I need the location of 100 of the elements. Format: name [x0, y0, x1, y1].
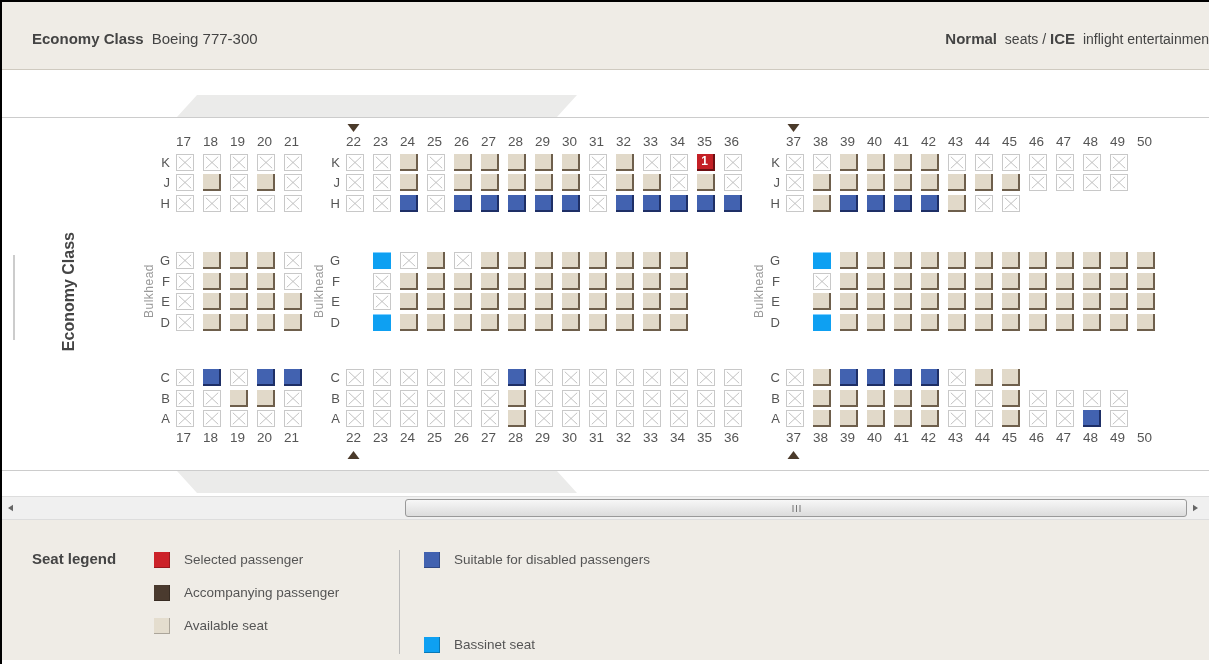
seat[interactable] — [1001, 272, 1020, 290]
seat[interactable] — [893, 174, 912, 192]
seat[interactable] — [1028, 313, 1047, 331]
seat[interactable] — [453, 153, 472, 171]
seat[interactable] — [453, 293, 472, 311]
seat[interactable] — [426, 313, 445, 331]
seat[interactable] — [615, 293, 634, 311]
seat[interactable] — [812, 194, 831, 212]
seat[interactable] — [893, 389, 912, 407]
seat[interactable] — [399, 272, 418, 290]
seat[interactable] — [893, 153, 912, 171]
seat[interactable] — [256, 272, 275, 290]
seat[interactable] — [256, 252, 275, 270]
seat[interactable] — [229, 293, 248, 311]
seat[interactable] — [866, 293, 885, 311]
seat[interactable] — [642, 313, 661, 331]
seat[interactable] — [615, 153, 634, 171]
seat[interactable] — [1109, 272, 1128, 290]
seat[interactable] — [283, 293, 302, 311]
seat[interactable] — [866, 252, 885, 270]
seat[interactable] — [1001, 293, 1020, 311]
seat[interactable] — [1082, 313, 1101, 331]
seat[interactable] — [1055, 272, 1074, 290]
seat[interactable] — [947, 293, 966, 311]
seat[interactable] — [866, 389, 885, 407]
seat[interactable] — [507, 410, 526, 428]
seat[interactable] — [974, 293, 993, 311]
seat[interactable] — [453, 174, 472, 192]
seat[interactable] — [812, 410, 831, 428]
seat[interactable] — [1028, 252, 1047, 270]
scroll-left-icon[interactable] — [8, 504, 13, 512]
seat[interactable] — [229, 389, 248, 407]
seat[interactable] — [1109, 252, 1128, 270]
seat[interactable] — [480, 153, 499, 171]
seat[interactable] — [256, 293, 275, 311]
seat[interactable] — [839, 252, 858, 270]
seat[interactable] — [642, 252, 661, 270]
seat[interactable] — [920, 410, 939, 428]
seat[interactable] — [866, 174, 885, 192]
seat[interactable] — [920, 293, 939, 311]
scroll-right-icon[interactable] — [1193, 504, 1198, 512]
seat[interactable] — [974, 369, 993, 387]
seat[interactable] — [534, 174, 553, 192]
seat[interactable] — [812, 389, 831, 407]
seat[interactable] — [588, 272, 607, 290]
seat[interactable] — [507, 153, 526, 171]
seat[interactable] — [974, 174, 993, 192]
seat[interactable] — [1082, 272, 1101, 290]
seat[interactable] — [866, 153, 885, 171]
seat[interactable] — [202, 174, 221, 192]
seat[interactable] — [534, 252, 553, 270]
seat[interactable] — [507, 272, 526, 290]
seat[interactable] — [229, 313, 248, 331]
seat[interactable] — [534, 293, 553, 311]
seat[interactable] — [283, 313, 302, 331]
seat[interactable] — [534, 313, 553, 331]
seat[interactable] — [561, 293, 580, 311]
seat[interactable] — [947, 174, 966, 192]
seat[interactable] — [669, 293, 688, 311]
seat[interactable] — [696, 174, 715, 192]
seat[interactable] — [812, 293, 831, 311]
seat[interactable] — [893, 313, 912, 331]
seat[interactable] — [480, 293, 499, 311]
seat[interactable] — [839, 313, 858, 331]
seat[interactable] — [920, 313, 939, 331]
seat[interactable] — [1055, 252, 1074, 270]
seat[interactable] — [947, 313, 966, 331]
seat[interactable] — [1055, 293, 1074, 311]
seat[interactable] — [202, 252, 221, 270]
seat[interactable] — [229, 272, 248, 290]
seat[interactable] — [669, 313, 688, 331]
seat[interactable] — [1136, 252, 1155, 270]
seat[interactable] — [920, 252, 939, 270]
seat[interactable] — [561, 252, 580, 270]
seat[interactable] — [893, 410, 912, 428]
seat[interactable] — [561, 313, 580, 331]
seat[interactable] — [1001, 174, 1020, 192]
seat[interactable] — [1082, 293, 1101, 311]
seat[interactable] — [1001, 313, 1020, 331]
seat[interactable] — [534, 272, 553, 290]
seat[interactable] — [561, 153, 580, 171]
seat[interactable] — [866, 313, 885, 331]
seat[interactable] — [1001, 369, 1020, 387]
seat[interactable] — [1136, 293, 1155, 311]
seat[interactable] — [561, 272, 580, 290]
seat[interactable] — [1082, 252, 1101, 270]
seat[interactable] — [839, 410, 858, 428]
seat[interactable] — [642, 174, 661, 192]
seat[interactable] — [202, 272, 221, 290]
seat[interactable] — [866, 410, 885, 428]
seat[interactable] — [615, 272, 634, 290]
seat[interactable] — [920, 272, 939, 290]
seat[interactable] — [974, 272, 993, 290]
seat[interactable] — [229, 252, 248, 270]
seat[interactable] — [399, 313, 418, 331]
seat[interactable] — [507, 389, 526, 407]
view-mode-links[interactable]: Normal seats / ICE inflight entertainmen — [945, 30, 1209, 47]
seat[interactable] — [399, 174, 418, 192]
seat[interactable] — [202, 313, 221, 331]
seat[interactable] — [1055, 313, 1074, 331]
